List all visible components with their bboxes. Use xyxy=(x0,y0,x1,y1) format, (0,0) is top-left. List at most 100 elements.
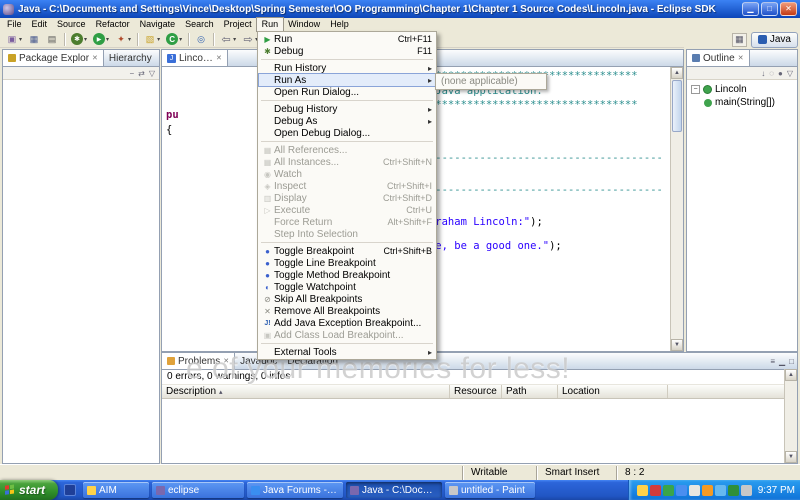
scroll-up-icon[interactable]: ▲ xyxy=(671,67,683,79)
view-menu-icon[interactable]: ▽ xyxy=(149,69,155,78)
menu-item-display[interactable]: ▥ Display Ctrl+Shift+D xyxy=(259,192,435,204)
menu-item-force-return[interactable]: Force Return Alt+Shift+F xyxy=(259,216,435,228)
menu-item-toggle-watchpoint[interactable]: ◐ Toggle Watchpoint xyxy=(259,281,435,293)
problems-body[interactable] xyxy=(162,399,784,463)
menu-item-toggle-method-breakpoint[interactable]: ● Toggle Method Breakpoint xyxy=(259,269,435,281)
maximize-icon[interactable]: □ xyxy=(761,2,778,16)
menubar-item-help[interactable]: Help xyxy=(325,18,354,31)
titlebar[interactable]: Java - C:\Documents and Settings\Vince\D… xyxy=(0,0,800,18)
taskbar-button-java-c-documents[interactable]: Java - C:\Documents ... xyxy=(346,482,442,498)
taskbar-button-java-forums-reply[interactable]: Java Forums - Reply ... xyxy=(247,482,343,498)
menubar-item-edit[interactable]: Edit xyxy=(27,18,53,31)
menu-item-step-into-selection[interactable]: Step Into Selection xyxy=(259,228,435,240)
menu-item-skip-all-breakpoints[interactable]: ⊘ Skip All Breakpoints xyxy=(259,293,435,305)
menu-item-run-history[interactable]: Run History ▸ xyxy=(259,62,435,74)
menu-item-add-class-load-breakpoint[interactable]: ▣ Add Class Load Breakpoint... xyxy=(259,329,435,341)
scroll-up-icon[interactable]: ▲ xyxy=(785,369,797,381)
outline-node-main-string[interactable]: main(String[]) xyxy=(687,96,797,109)
menu-item-debug[interactable]: ✱ Debug F11 xyxy=(259,45,435,57)
menubar-item-window[interactable]: Window xyxy=(283,18,325,31)
tab-hierarchy[interactable]: Hierarchy xyxy=(104,50,157,66)
back-button[interactable]: ⇦ ▾ xyxy=(217,32,239,47)
tray-icon[interactable] xyxy=(727,484,739,496)
tab-package-explorer[interactable]: Package Explor ✕ xyxy=(3,50,104,66)
quick-launch-icon[interactable] xyxy=(64,484,76,496)
menu-item-open-run-dialog[interactable]: Open Run Dialog... xyxy=(259,86,435,98)
menu-item-execute[interactable]: ▷ Execute Ctrl+U xyxy=(259,204,435,216)
start-button[interactable]: start xyxy=(0,480,58,500)
scroll-down-icon[interactable]: ▼ xyxy=(785,451,797,463)
close-tab-icon[interactable]: ✕ xyxy=(92,54,98,62)
menu-item-debug-as[interactable]: Debug As ▸ xyxy=(259,115,435,127)
menubar-item-project[interactable]: Project xyxy=(219,18,257,31)
tray-icon[interactable] xyxy=(714,484,726,496)
menubar-item-refactor[interactable]: Refactor xyxy=(91,18,135,31)
menubar-item-source[interactable]: Source xyxy=(52,18,91,31)
run-button[interactable]: ▶ ▾ xyxy=(90,32,112,47)
maximize-view-icon[interactable]: □ xyxy=(789,357,794,366)
scrollbar-thumb[interactable] xyxy=(672,80,682,132)
filter-icon[interactable]: ≡ xyxy=(770,357,775,366)
menu-item-open-debug-dialog[interactable]: Open Debug Dialog... xyxy=(259,127,435,139)
close-tab-icon[interactable]: ✕ xyxy=(223,357,229,365)
menubar-item-search[interactable]: Search xyxy=(180,18,219,31)
tray-icon[interactable] xyxy=(649,484,661,496)
new-java-class-button[interactable]: C ▾ xyxy=(163,32,185,47)
tab-lincoln-java[interactable]: J Lincoln.java ✕ xyxy=(162,50,228,66)
scroll-down-icon[interactable]: ▼ xyxy=(671,339,683,351)
menubar-item-run[interactable]: Run xyxy=(255,17,285,32)
menu-item-add-java-exception-breakpoint[interactable]: J! Add Java Exception Breakpoint... xyxy=(259,317,435,329)
new-wizard-button[interactable]: ▣ ▾ xyxy=(3,32,25,47)
outline-node-lincoln[interactable]: − Lincoln xyxy=(687,83,797,96)
column-header-resource[interactable]: Resource xyxy=(450,385,502,398)
menu-item-run[interactable]: ▶ Run Ctrl+F11 xyxy=(259,33,435,45)
column-header-location[interactable]: Location xyxy=(558,385,668,398)
tab-outline[interactable]: Outline ✕ xyxy=(687,50,750,66)
save-button[interactable]: ▦ xyxy=(25,32,43,47)
menu-item-inspect[interactable]: ◈ Inspect Ctrl+Shift+I xyxy=(259,180,435,192)
menubar-item-file[interactable]: File xyxy=(2,18,27,31)
column-header-description[interactable]: Description ▴ xyxy=(162,385,450,398)
taskbar-button-untitled-paint[interactable]: untitled - Paint xyxy=(445,482,535,498)
expander-icon[interactable]: − xyxy=(691,85,700,94)
editor-scrollbar[interactable]: ▲ ▼ xyxy=(670,67,683,351)
close-tab-icon[interactable]: ✕ xyxy=(738,54,744,62)
menu-item-all-instances[interactable]: ▦ All Instances... Ctrl+Shift+N xyxy=(259,156,435,168)
menubar-item-navigate[interactable]: Navigate xyxy=(135,18,181,31)
menu-item-watch[interactable]: ◉ Watch xyxy=(259,168,435,180)
tab-problems[interactable]: Problems ✕ xyxy=(162,353,236,369)
taskbar-button-eclipse[interactable]: eclipse xyxy=(152,482,244,498)
menu-item-toggle-line-breakpoint[interactable]: ● Toggle Line Breakpoint xyxy=(259,257,435,269)
hide-static-icon[interactable]: ● xyxy=(778,69,783,78)
tray-icon[interactable] xyxy=(688,484,700,496)
menu-item-toggle-breakpoint[interactable]: ● Toggle Breakpoint Ctrl+Shift+B xyxy=(259,245,435,257)
tray-icon[interactable] xyxy=(662,484,674,496)
print-button[interactable]: ▤ xyxy=(43,32,61,47)
minimize-view-icon[interactable]: ▁ xyxy=(779,357,785,366)
collapse-all-icon[interactable]: − xyxy=(129,69,134,78)
tray-icon[interactable] xyxy=(740,484,752,496)
minimize-icon[interactable]: ▁ xyxy=(742,2,759,16)
tray-icon[interactable] xyxy=(636,484,648,496)
hide-fields-icon[interactable]: ◌ xyxy=(769,69,774,78)
menu-item-external-tools[interactable]: External Tools ▸ xyxy=(259,346,435,358)
sort-icon[interactable]: ↓ xyxy=(761,69,765,78)
view-menu-icon[interactable]: ▽ xyxy=(787,69,793,78)
menu-item-all-references[interactable]: ▦ All References... xyxy=(259,144,435,156)
open-perspective-icon[interactable]: ▦ xyxy=(731,32,747,47)
package-explorer-body[interactable] xyxy=(3,80,159,463)
link-with-editor-icon[interactable]: ⇄ xyxy=(138,69,145,78)
tray-icon[interactable] xyxy=(675,484,687,496)
menu-item-run-as[interactable]: Run As ▸ xyxy=(258,73,436,87)
close-tab-icon[interactable]: ✕ xyxy=(216,54,222,62)
perspective-java-button[interactable]: Java xyxy=(750,31,798,48)
column-header-path[interactable]: Path xyxy=(502,385,558,398)
problems-scrollbar[interactable]: ▲ ▼ xyxy=(784,369,797,463)
taskbar-button-aim[interactable]: AIM xyxy=(83,482,149,498)
external-tools-button[interactable]: ✦ ▾ xyxy=(112,32,134,47)
tray-icon[interactable] xyxy=(701,484,713,496)
search-button[interactable]: ◎ xyxy=(192,32,210,47)
close-icon[interactable]: ✕ xyxy=(780,2,797,16)
new-java-package-button[interactable]: ▧ ▾ xyxy=(141,32,163,47)
menu-item-remove-all-breakpoints[interactable]: ✕ Remove All Breakpoints xyxy=(259,305,435,317)
